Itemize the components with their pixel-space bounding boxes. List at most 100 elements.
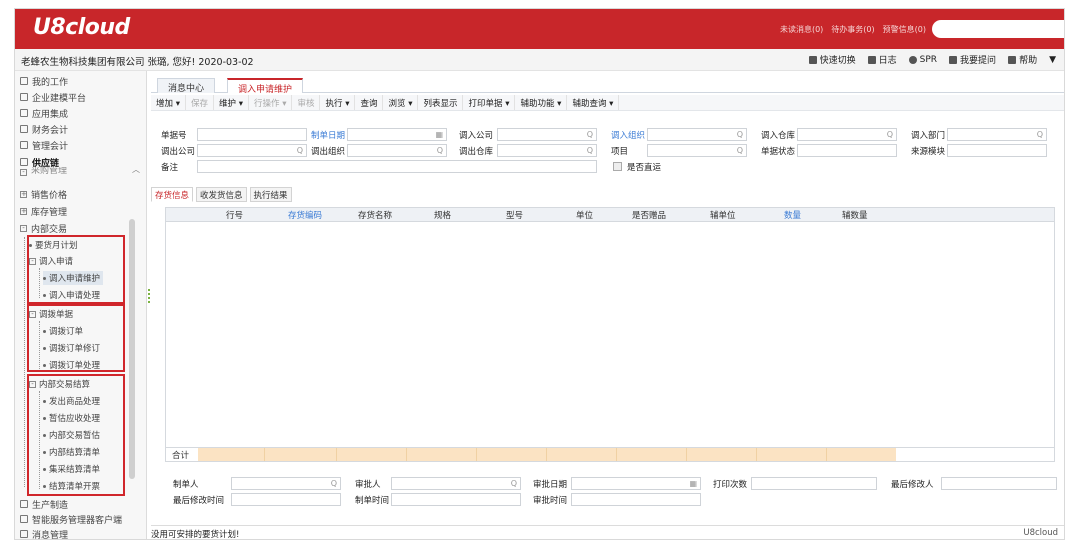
search-icon[interactable]: Q [437,146,443,155]
aux-function-button[interactable]: 辅助功能 ▾ [515,95,568,110]
sidebar-item-inventory[interactable]: + 库存管理 [20,204,67,218]
calendar-icon[interactable]: ▦ [435,130,443,139]
col-quantity[interactable]: 数量 [784,209,801,221]
col-unit[interactable]: 单位 [576,209,593,221]
splitter-handle[interactable] [148,289,150,303]
sidebar-scrollbar[interactable] [129,219,135,479]
global-search-input[interactable] [932,20,1064,38]
creator-input[interactable]: Q [231,477,341,490]
direct-ship-checkbox[interactable] [613,162,622,171]
unread-messages-link[interactable]: 未读消息(0) [780,24,823,35]
sidebar-item-modeling[interactable]: 企业建模平台 [20,90,86,104]
integration-icon [20,109,28,117]
last-modifier-input[interactable] [941,477,1057,490]
help-button[interactable]: 帮助 [1008,53,1037,66]
tab-shipping-info[interactable]: 收发货信息 [196,187,247,202]
approve-button[interactable]: 审核 [292,95,321,110]
tab-transfer-request-maintain[interactable]: 调入申请维护 [227,78,304,95]
search-icon[interactable]: Q [297,146,303,155]
save-button[interactable]: 保存 [186,95,214,110]
out-warehouse-input[interactable]: Q [497,144,597,157]
search-icon[interactable]: Q [587,146,593,155]
doc-status-input[interactable] [797,144,897,157]
out-company-input[interactable]: Q [197,144,307,157]
highlight-box-transfer-request [27,235,125,304]
col-item-name[interactable]: 存货名称 [358,209,392,221]
create-date-input[interactable]: ▦ [347,128,447,141]
search-icon[interactable]: Q [587,130,593,139]
query-button[interactable]: 查询 [355,95,384,110]
out-warehouse-label: 调出仓库 [459,147,494,157]
approver-input[interactable]: Q [391,477,521,490]
sidebar-item-internal-trade[interactable]: - 内部交易 [20,221,67,235]
approve-time-input[interactable] [571,493,701,506]
sidebar-item-management[interactable]: 管理会计 [20,138,68,152]
aux-query-button[interactable]: 辅助查询 ▾ [567,95,620,110]
tab-message-center[interactable]: 消息中心 [157,78,216,94]
remark-input[interactable] [197,160,597,173]
sidebar-item-messages[interactable]: 消息管理 [20,527,68,539]
spr-button[interactable]: SPR [908,53,937,66]
list-view-button[interactable]: 列表显示 [418,95,464,110]
col-is-gift[interactable]: 是否赠品 [632,209,666,221]
print-count-label: 打印次数 [713,480,748,490]
print-button[interactable]: 打印单据 ▾ [463,95,516,110]
company-user-date: 老蜂农生物科技集团有限公司 张璐, 您好! 2020-03-02 [21,57,254,68]
maintain-button[interactable]: 维护 ▾ [214,95,249,110]
quick-switch-button[interactable]: 快速切换 [808,53,856,66]
in-company-input[interactable]: Q [497,128,597,141]
in-company-label: 调入公司 [459,131,494,141]
col-aux-unit[interactable]: 辅单位 [710,209,736,221]
collapse-node-icon: - [20,224,27,232]
col-aux-quantity[interactable]: 辅数量 [842,209,868,221]
in-org-input[interactable]: Q [647,128,747,141]
search-icon[interactable]: Q [737,146,743,155]
col-spec[interactable]: 规格 [434,209,451,221]
user-tools: 快速切换 日志 SPR 我要提问 帮助 ▼ [808,53,1056,66]
in-warehouse-input[interactable]: Q [797,128,897,141]
search-icon[interactable]: Q [1037,130,1043,139]
out-org-input[interactable]: Q [347,144,447,157]
grid-total-row: 合计 [166,447,1054,461]
top-header: U8cloud 未读消息(0) 待办事务(0) 预警信息(0) [15,9,1064,49]
search-icon[interactable]: Q [887,130,893,139]
calendar-icon[interactable]: ▦ [689,479,697,488]
sidebar-item-manufacturing[interactable]: 生产制造 [20,497,68,511]
print-count-input[interactable] [751,477,877,490]
in-dept-input[interactable]: Q [947,128,1047,141]
todo-link[interactable]: 待办事务(0) [831,24,874,35]
tab-execution-result[interactable]: 执行结果 [249,187,292,202]
create-time-input[interactable] [391,493,521,506]
create-date-label: 制单日期 [311,131,346,141]
project-input[interactable]: Q [647,144,747,157]
col-item-code[interactable]: 存货编码 [288,209,322,221]
search-icon[interactable]: Q [331,479,337,488]
last-modify-time-input[interactable] [231,493,341,506]
search-icon[interactable]: Q [511,479,517,488]
ask-question-button[interactable]: 我要提问 [949,53,996,66]
row-operation-button[interactable]: 行操作 ▾ [249,95,293,110]
service-icon [20,515,28,523]
sidebar-item-my-work[interactable]: 我的工作 [20,74,68,88]
browse-button[interactable]: 浏览 ▾ [383,95,419,110]
doc-no-input[interactable] [197,128,307,141]
collapse-icon[interactable]: ︿ [132,164,140,175]
execute-button[interactable]: 执行 ▾ [320,95,356,110]
sidebar-item-purchase[interactable]: - 采购管理 [20,167,67,176]
source-module-input[interactable] [947,144,1047,157]
col-row-no[interactable]: 行号 [226,209,243,221]
sidebar-item-service-manager[interactable]: 智能服务管理器客户端 [20,512,122,526]
approve-date-input[interactable]: ▦ [571,477,701,490]
search-icon[interactable]: Q [737,130,743,139]
alerts-link[interactable]: 预警信息(0) [883,24,926,35]
log-button[interactable]: 日志 [867,53,897,66]
sidebar-item-sales-price[interactable]: + 销售价格 [20,187,67,201]
sidebar-item-finance[interactable]: 财务会计 [20,122,68,136]
detail-grid: 行号 存货编码 存货名称 规格 型号 单位 是否赠品 辅单位 数量 辅数量 合计 [165,207,1055,462]
sidebar-item-integration[interactable]: 应用集成 [20,106,68,120]
col-model[interactable]: 型号 [506,209,523,221]
add-button[interactable]: 增加 ▾ [151,95,186,110]
tab-inventory-info[interactable]: 存货信息 [151,187,194,202]
more-dropdown-icon[interactable]: ▼ [1049,53,1056,66]
footer-form: 制单人 Q 审批人 Q 审批日期 ▦ 打印次数 最后修改人 最后修改时间 制单时… [151,469,1064,509]
